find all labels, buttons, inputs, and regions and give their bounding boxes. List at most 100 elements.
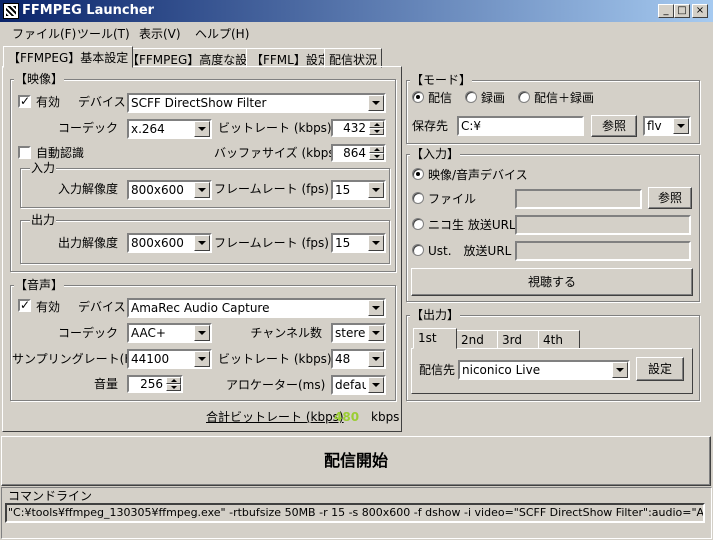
chevron-down-icon[interactable] xyxy=(194,351,210,367)
input-file-browse-button[interactable]: 参照 xyxy=(648,187,692,209)
destination-select[interactable]: niconico Live xyxy=(458,360,630,380)
spin-down-icon[interactable] xyxy=(166,384,181,391)
audio-allocator-select[interactable]: default xyxy=(331,375,386,395)
audio-channel-select[interactable]: stereo xyxy=(331,323,386,343)
spin-up-icon[interactable] xyxy=(369,121,384,128)
input-nico-url[interactable] xyxy=(515,215,691,235)
input-framerate-label: フレームレート (fps) xyxy=(214,182,329,196)
spin-down-icon[interactable] xyxy=(369,128,384,135)
chevron-down-icon[interactable] xyxy=(612,362,628,378)
spin-down-icon[interactable] xyxy=(369,153,384,160)
audio-bitrate-select[interactable]: 48 xyxy=(331,349,386,369)
save-path-browse-button[interactable]: 参照 xyxy=(591,115,637,137)
maximize-button[interactable]: □ xyxy=(674,4,690,18)
input-nico-radio[interactable] xyxy=(412,218,424,230)
menu-view[interactable]: 表示(V) xyxy=(139,25,181,42)
spin-up-icon[interactable] xyxy=(369,146,384,153)
input-ust-url[interactable] xyxy=(515,241,691,261)
chevron-down-icon[interactable] xyxy=(368,351,384,367)
output-resolution-label: 出力解像度 xyxy=(57,236,118,250)
command-line-field[interactable]: "C:¥tools¥ffmpeg_130305¥ffmpeg.exe" -rtb… xyxy=(5,503,705,523)
audio-enabled-checkbox[interactable]: ✓ xyxy=(18,299,31,312)
audio-codec-value: AAC+ xyxy=(131,326,166,340)
input-framerate-select[interactable]: 15 xyxy=(331,180,386,200)
menu-tools[interactable]: ツール(T) xyxy=(77,25,130,42)
output-framerate-select[interactable]: 15 xyxy=(331,233,386,253)
tab-ffmpeg-advanced[interactable]: 【FFMPEG】高度な設定 xyxy=(122,48,265,68)
output-tab-3rd[interactable]: 3rd xyxy=(497,330,539,349)
input-file-path[interactable] xyxy=(515,189,642,209)
chevron-down-icon[interactable] xyxy=(368,95,384,111)
audio-device-select[interactable]: AmaRec Audio Capture xyxy=(127,298,386,318)
close-button[interactable]: × xyxy=(692,4,708,18)
video-bitrate-value: 432 xyxy=(343,121,366,135)
chevron-down-icon[interactable] xyxy=(368,300,384,316)
video-buffer-value: 864 xyxy=(343,146,366,160)
audio-volume-spinner[interactable]: 256 xyxy=(127,375,183,393)
minimize-button[interactable]: _ xyxy=(658,4,674,18)
video-codec-select[interactable]: x.264 xyxy=(127,119,212,139)
destination-settings-button[interactable]: 設定 xyxy=(636,357,684,381)
input-device-radio[interactable] xyxy=(412,168,424,180)
output-tab-2nd[interactable]: 2nd xyxy=(456,330,498,349)
video-device-select[interactable]: SCFF DirectShow Filter xyxy=(127,93,386,113)
chevron-down-icon[interactable] xyxy=(368,182,384,198)
video-output-group-label: 出力 xyxy=(30,213,57,227)
chevron-down-icon[interactable] xyxy=(194,182,210,198)
chevron-down-icon[interactable] xyxy=(194,235,210,251)
mode-record-radio[interactable] xyxy=(465,91,477,103)
chevron-down-icon[interactable] xyxy=(368,377,384,393)
audio-group-label: 【音声】 xyxy=(14,278,65,292)
spin-up-icon[interactable] xyxy=(166,377,181,384)
output-tab-4th[interactable]: 4th xyxy=(538,330,580,349)
watch-button[interactable]: 視聴する xyxy=(411,268,693,296)
input-resolution-select[interactable]: 800x600 xyxy=(127,180,212,200)
video-enabled-label: 有効 xyxy=(36,95,61,109)
mode-stream-record-radio[interactable] xyxy=(518,91,530,103)
mode-stream-radio[interactable] xyxy=(412,91,424,103)
input-file-radio[interactable] xyxy=(412,192,424,204)
input-resolution-value: 800x600 xyxy=(131,183,184,197)
window-title: FFMPEG Launcher xyxy=(22,3,155,18)
tab-ffml-settings[interactable]: 【FFML】設定 xyxy=(246,48,335,68)
app-icon xyxy=(3,3,19,19)
tab-stream-status[interactable]: 配信状況 xyxy=(324,48,383,68)
mode-stream-record-label: 配信＋録画 xyxy=(534,91,595,105)
chevron-down-icon[interactable] xyxy=(368,235,384,251)
video-bitrate-spinner[interactable]: 432 xyxy=(331,119,386,137)
video-input-group-label: 入力 xyxy=(30,161,57,175)
mode-record-label: 録画 xyxy=(481,91,506,105)
output-resolution-value: 800x600 xyxy=(131,236,184,250)
save-path-label: 保存先 xyxy=(412,119,449,133)
format-value: flv xyxy=(647,119,662,133)
audio-volume-label: 音量 xyxy=(93,377,118,391)
output-framerate-label: フレームレート (fps) xyxy=(214,236,329,250)
video-enabled-checkbox[interactable]: ✓ xyxy=(18,95,31,108)
destination-label: 配信先 xyxy=(419,363,456,377)
mode-group-label: 【モード】 xyxy=(410,73,473,87)
chevron-down-icon[interactable] xyxy=(194,325,210,341)
video-device-label: デバイス xyxy=(78,95,126,109)
chevron-down-icon[interactable] xyxy=(368,325,384,341)
output-resolution-select[interactable]: 800x600 xyxy=(127,233,212,253)
video-buffer-spinner[interactable]: 864 xyxy=(331,144,386,162)
auto-detect-label: 自動認識 xyxy=(36,146,85,160)
format-select[interactable]: flv xyxy=(643,116,691,136)
audio-samplerate-select[interactable]: 44100 xyxy=(127,349,212,369)
audio-channel-value: stereo xyxy=(335,326,366,340)
audio-codec-select[interactable]: AAC+ xyxy=(127,323,212,343)
input-device-label: 映像/音声デバイス xyxy=(428,168,528,182)
start-stream-button[interactable]: 配信開始 xyxy=(1,436,711,486)
menu-file[interactable]: ファイル(F) xyxy=(12,25,76,42)
audio-allocator-label: アロケーター(ms) xyxy=(226,378,326,392)
input-resolution-label: 入力解像度 xyxy=(57,182,118,196)
video-buffer-label: バッファサイズ (kbps) xyxy=(214,146,340,160)
chevron-down-icon[interactable] xyxy=(194,121,210,137)
menu-help[interactable]: ヘルプ(H) xyxy=(195,25,249,42)
output-tab-1st[interactable]: 1st xyxy=(413,328,457,349)
input-ust-radio[interactable] xyxy=(412,244,424,256)
save-path-input[interactable]: C:¥ xyxy=(457,116,584,136)
chevron-down-icon[interactable] xyxy=(673,118,689,134)
auto-detect-checkbox[interactable] xyxy=(18,146,31,159)
tab-ffmpeg-basic[interactable]: 【FFMPEG】基本設定 xyxy=(3,46,134,68)
